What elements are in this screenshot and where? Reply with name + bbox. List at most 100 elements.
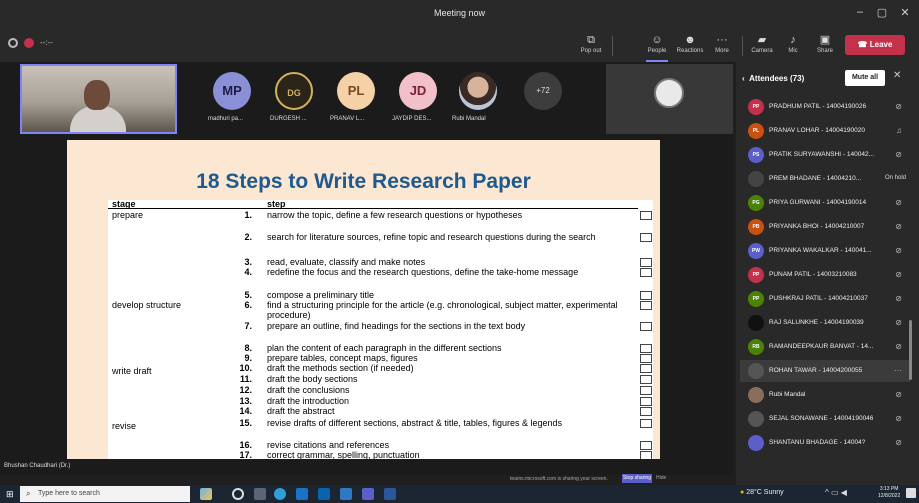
- popout-button[interactable]: ⧉ Pop out: [574, 30, 608, 62]
- more-icon: ···: [716, 34, 728, 46]
- attendee-row[interactable]: RB RAMANDEEPKAUR BANVAT - 14... ⊘: [740, 336, 910, 358]
- attendee-avatar: [748, 387, 764, 403]
- mail-icon[interactable]: [318, 488, 330, 500]
- step-number: 6.: [244, 300, 252, 310]
- more-button[interactable]: ··· More: [705, 30, 739, 62]
- step-text: draft the abstract: [267, 406, 335, 416]
- step-number: 5.: [244, 290, 252, 300]
- back-icon[interactable]: ‹: [742, 74, 745, 83]
- phone-icon: ☎: [857, 40, 868, 49]
- attendee-name: PRADHUM PATIL - 14004190026: [769, 103, 867, 110]
- step-number: 16.: [239, 440, 252, 450]
- attendee-row[interactable]: PS PRATIK SURYAWANSHI - 140042... ⊘: [740, 144, 910, 166]
- clock-time: 3:13 PM: [879, 486, 899, 492]
- mic-off-icon: ♪: [790, 34, 796, 46]
- participant-avatar[interactable]: PL: [337, 72, 375, 110]
- step-text: find a structuring principle for the art…: [267, 300, 618, 320]
- attendee-row[interactable]: Rubi Mandal ⊘: [740, 384, 910, 406]
- mic-off-icon: ⊘: [895, 414, 902, 423]
- widget-icon[interactable]: [200, 488, 212, 500]
- more-participants-button[interactable]: +72: [524, 72, 562, 110]
- participant-photo[interactable]: [459, 72, 497, 110]
- mic-button[interactable]: ♪ Mic: [776, 30, 810, 62]
- panel-scrollbar[interactable]: [909, 320, 912, 380]
- edge-icon[interactable]: [274, 488, 286, 500]
- attendee-row[interactable]: PB PRIYANKA BHOI - 14004210007 ⊘: [740, 216, 910, 238]
- popout-label: Pop out: [580, 48, 602, 54]
- attendee-name: PREM BHADANE - 14004210...: [769, 175, 862, 182]
- presenter-video[interactable]: [20, 64, 177, 134]
- maximize-button[interactable]: ▢: [872, 6, 892, 19]
- attendee-avatar: PP: [748, 267, 764, 283]
- step-checkbox: [640, 291, 652, 300]
- step-checkbox: [640, 441, 652, 450]
- system-tray[interactable]: ^ ▭ ◀: [825, 488, 847, 497]
- minimize-button[interactable]: –: [850, 6, 870, 18]
- reactions-button[interactable]: ☻ Reactions: [673, 30, 707, 62]
- teams-icon[interactable]: [362, 488, 374, 500]
- store-icon[interactable]: [296, 488, 308, 500]
- attendee-row[interactable]: SEJAL SONAWANE - 14004190046 ⊘: [740, 408, 910, 430]
- step-text: plan the content of each paragraph in th…: [267, 343, 502, 353]
- camera-button[interactable]: ▰ Camera: [745, 30, 779, 62]
- word-icon[interactable]: [384, 488, 396, 500]
- stop-sharing-button[interactable]: Stop sharing: [622, 474, 652, 483]
- attendee-name: PUSHKRAJ PATIL - 14004210037: [769, 295, 868, 302]
- step-checkbox: [640, 344, 652, 353]
- attendee-row[interactable]: PP PUNAM PATIL - 14003210083 ⊘: [740, 264, 910, 286]
- step-text: search for literature sources, refine to…: [267, 232, 596, 242]
- attendee-name: PRIYANKA WAKALKAR - 140041...: [769, 247, 872, 254]
- attendee-row[interactable]: PG PRIYA GURWANI - 14004190014 ⊘: [740, 192, 910, 214]
- step-number: 12.: [239, 385, 252, 395]
- share-icon: ▣: [819, 34, 831, 46]
- more-options-icon[interactable]: ···: [894, 366, 902, 375]
- close-panel-icon[interactable]: ✕: [893, 70, 901, 81]
- step-checkbox: [640, 419, 652, 428]
- presenter-bar: Bhushan Chaudhari (Dr.): [0, 459, 733, 475]
- presenter-head: [84, 80, 110, 110]
- close-window-button[interactable]: ✕: [895, 6, 915, 19]
- clock-date: 12/8/2022: [878, 493, 901, 499]
- attendee-row[interactable]: PP PUSHKRAJ PATIL - 14004210037 ⊘: [740, 288, 910, 310]
- attendee-row[interactable]: PREM BHADANE - 14004210... On hold: [740, 168, 910, 190]
- step-text: compose a preliminary title: [267, 290, 375, 300]
- step-number: 14.: [239, 406, 252, 416]
- attendee-row[interactable]: PP PRADHUM PATIL - 14004190026 ⊘: [740, 96, 910, 118]
- step-text: read, evaluate, classify and make notes: [267, 257, 426, 267]
- attendee-row[interactable]: ROHAN TAWAR - 14004200055 ···: [740, 360, 910, 382]
- attendee-avatar: PL: [748, 123, 764, 139]
- share-button[interactable]: ▣ Share: [808, 30, 842, 62]
- attendee-video[interactable]: [606, 64, 733, 134]
- file-explorer-icon[interactable]: [254, 488, 266, 500]
- weather-widget[interactable]: ● 28°C Sunny: [740, 489, 784, 496]
- participant-avatar[interactable]: JD: [399, 72, 437, 110]
- hide-share-button[interactable]: Hide: [656, 475, 666, 481]
- attendee-row[interactable]: PL PRANAV LOHAR - 14004190020 ♫: [740, 120, 910, 142]
- attendee-row[interactable]: PW PRIYANKA WAKALKAR - 140041... ⊘: [740, 240, 910, 262]
- attendee-row[interactable]: SHANTANU BHADAGE - 14004? ⊘: [740, 432, 910, 454]
- attendee-name: Rubi Mandal: [769, 391, 806, 398]
- mute-all-button[interactable]: Mute all: [845, 70, 885, 86]
- attendee-avatar: [748, 411, 764, 427]
- toolbar-divider: [612, 36, 613, 56]
- notification-icon[interactable]: [906, 488, 916, 498]
- step-text: prepare tables, concept maps, figures: [267, 353, 418, 363]
- windows-start-icon[interactable]: ⊞: [6, 489, 14, 500]
- taskbar-search[interactable]: ⌕ Type here to search: [20, 486, 190, 502]
- search-icon: ⌕: [26, 489, 31, 498]
- leave-button[interactable]: ☎ Leave: [845, 35, 905, 55]
- step-number: 10.: [239, 363, 252, 373]
- taskbar-clock[interactable]: 3:13 PM 12/8/2022: [878, 486, 900, 500]
- participant-avatar[interactable]: DG: [275, 72, 313, 110]
- step-number: 9.: [244, 353, 252, 363]
- presenter-shirt: [70, 106, 126, 132]
- people-button[interactable]: ☺ People: [640, 30, 674, 62]
- participant-avatar[interactable]: MP: [213, 72, 251, 110]
- step-text: draft the methods section (if needed): [267, 363, 414, 373]
- mic-off-icon: ⊘: [895, 438, 902, 447]
- mic-off-icon: ⊘: [895, 390, 902, 399]
- outlook-icon[interactable]: [340, 488, 352, 500]
- weather-text: 28°C Sunny: [746, 489, 784, 496]
- task-view-icon[interactable]: [232, 488, 244, 500]
- attendee-row[interactable]: RAJ SALUNKHE - 14004190039 ⊘: [740, 312, 910, 334]
